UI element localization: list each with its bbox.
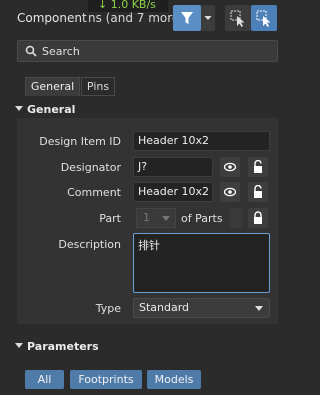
- chevron-down-icon: [255, 306, 263, 311]
- eye-icon: [224, 162, 236, 172]
- of-parts-label: of Parts: [181, 212, 223, 225]
- description-label: Description: [58, 238, 121, 251]
- filter-dropdown-button[interactable]: [201, 5, 215, 31]
- comment-label: Comment: [67, 186, 121, 199]
- designator-lock-button[interactable]: [248, 157, 268, 177]
- general-properties-panel: Design Item ID Header 10x2 Designator J?…: [17, 118, 278, 324]
- parts-count-box: [230, 208, 242, 228]
- part-lock-button[interactable]: [248, 208, 268, 228]
- selection-cursor-icon: [230, 10, 245, 27]
- search-box[interactable]: [17, 40, 278, 62]
- part-label: Part: [99, 212, 121, 225]
- eye-icon: [224, 187, 236, 197]
- lock-icon: [254, 211, 262, 224]
- comment-field[interactable]: Header 10x2: [133, 182, 213, 202]
- filter-icon: [181, 12, 193, 24]
- design-item-id-label: Design Item ID: [39, 135, 121, 148]
- search-icon: [25, 45, 37, 57]
- designator-field[interactable]: J?: [133, 157, 213, 177]
- selection-cursor-icon: [256, 10, 271, 27]
- design-item-id-field[interactable]: Header 10x2: [133, 131, 270, 151]
- part-select[interactable]: 1: [136, 208, 176, 228]
- part-value: 1: [143, 211, 150, 224]
- parameters-models-button[interactable]: Models: [147, 370, 201, 389]
- section-parameters-header[interactable]: Parameters: [0, 338, 285, 356]
- type-value: Standard: [139, 301, 190, 314]
- panel-title: Component: [17, 11, 87, 25]
- filter-summary[interactable]: ns (and 7 more): [88, 11, 184, 25]
- designator-label: Designator: [60, 161, 121, 174]
- type-select[interactable]: Standard: [133, 298, 270, 318]
- select-mode-button[interactable]: [225, 5, 251, 31]
- chevron-down-icon: [162, 216, 170, 221]
- unlock-icon: [254, 185, 262, 198]
- section-general-header[interactable]: General: [0, 101, 285, 119]
- comment-lock-button[interactable]: [248, 182, 268, 202]
- collapse-triangle-icon: [15, 106, 23, 111]
- filter-button[interactable]: [173, 5, 201, 31]
- section-general-title: General: [27, 103, 76, 116]
- comment-visibility-button[interactable]: [220, 182, 240, 202]
- parameters-footprints-button[interactable]: Footprints: [70, 370, 142, 389]
- select-mode-active-button[interactable]: [251, 5, 277, 31]
- download-speed-badge: ↓ 1.0 KB/s: [88, 0, 168, 12]
- parameters-all-button[interactable]: All: [25, 370, 64, 389]
- collapse-triangle-icon: [15, 343, 23, 348]
- unlock-icon: [254, 160, 262, 173]
- section-parameters-title: Parameters: [27, 340, 99, 353]
- panel-header: Component ns (and 7 more) ↓ 1.0 KB/s: [0, 0, 285, 36]
- tab-general[interactable]: General: [25, 77, 80, 96]
- designator-visibility-button[interactable]: [220, 157, 240, 177]
- chevron-down-icon: [204, 16, 212, 20]
- search-input[interactable]: [42, 41, 272, 61]
- type-label: Type: [95, 302, 121, 315]
- description-textarea[interactable]: 排针: [133, 233, 270, 293]
- tab-pins[interactable]: Pins: [81, 77, 115, 96]
